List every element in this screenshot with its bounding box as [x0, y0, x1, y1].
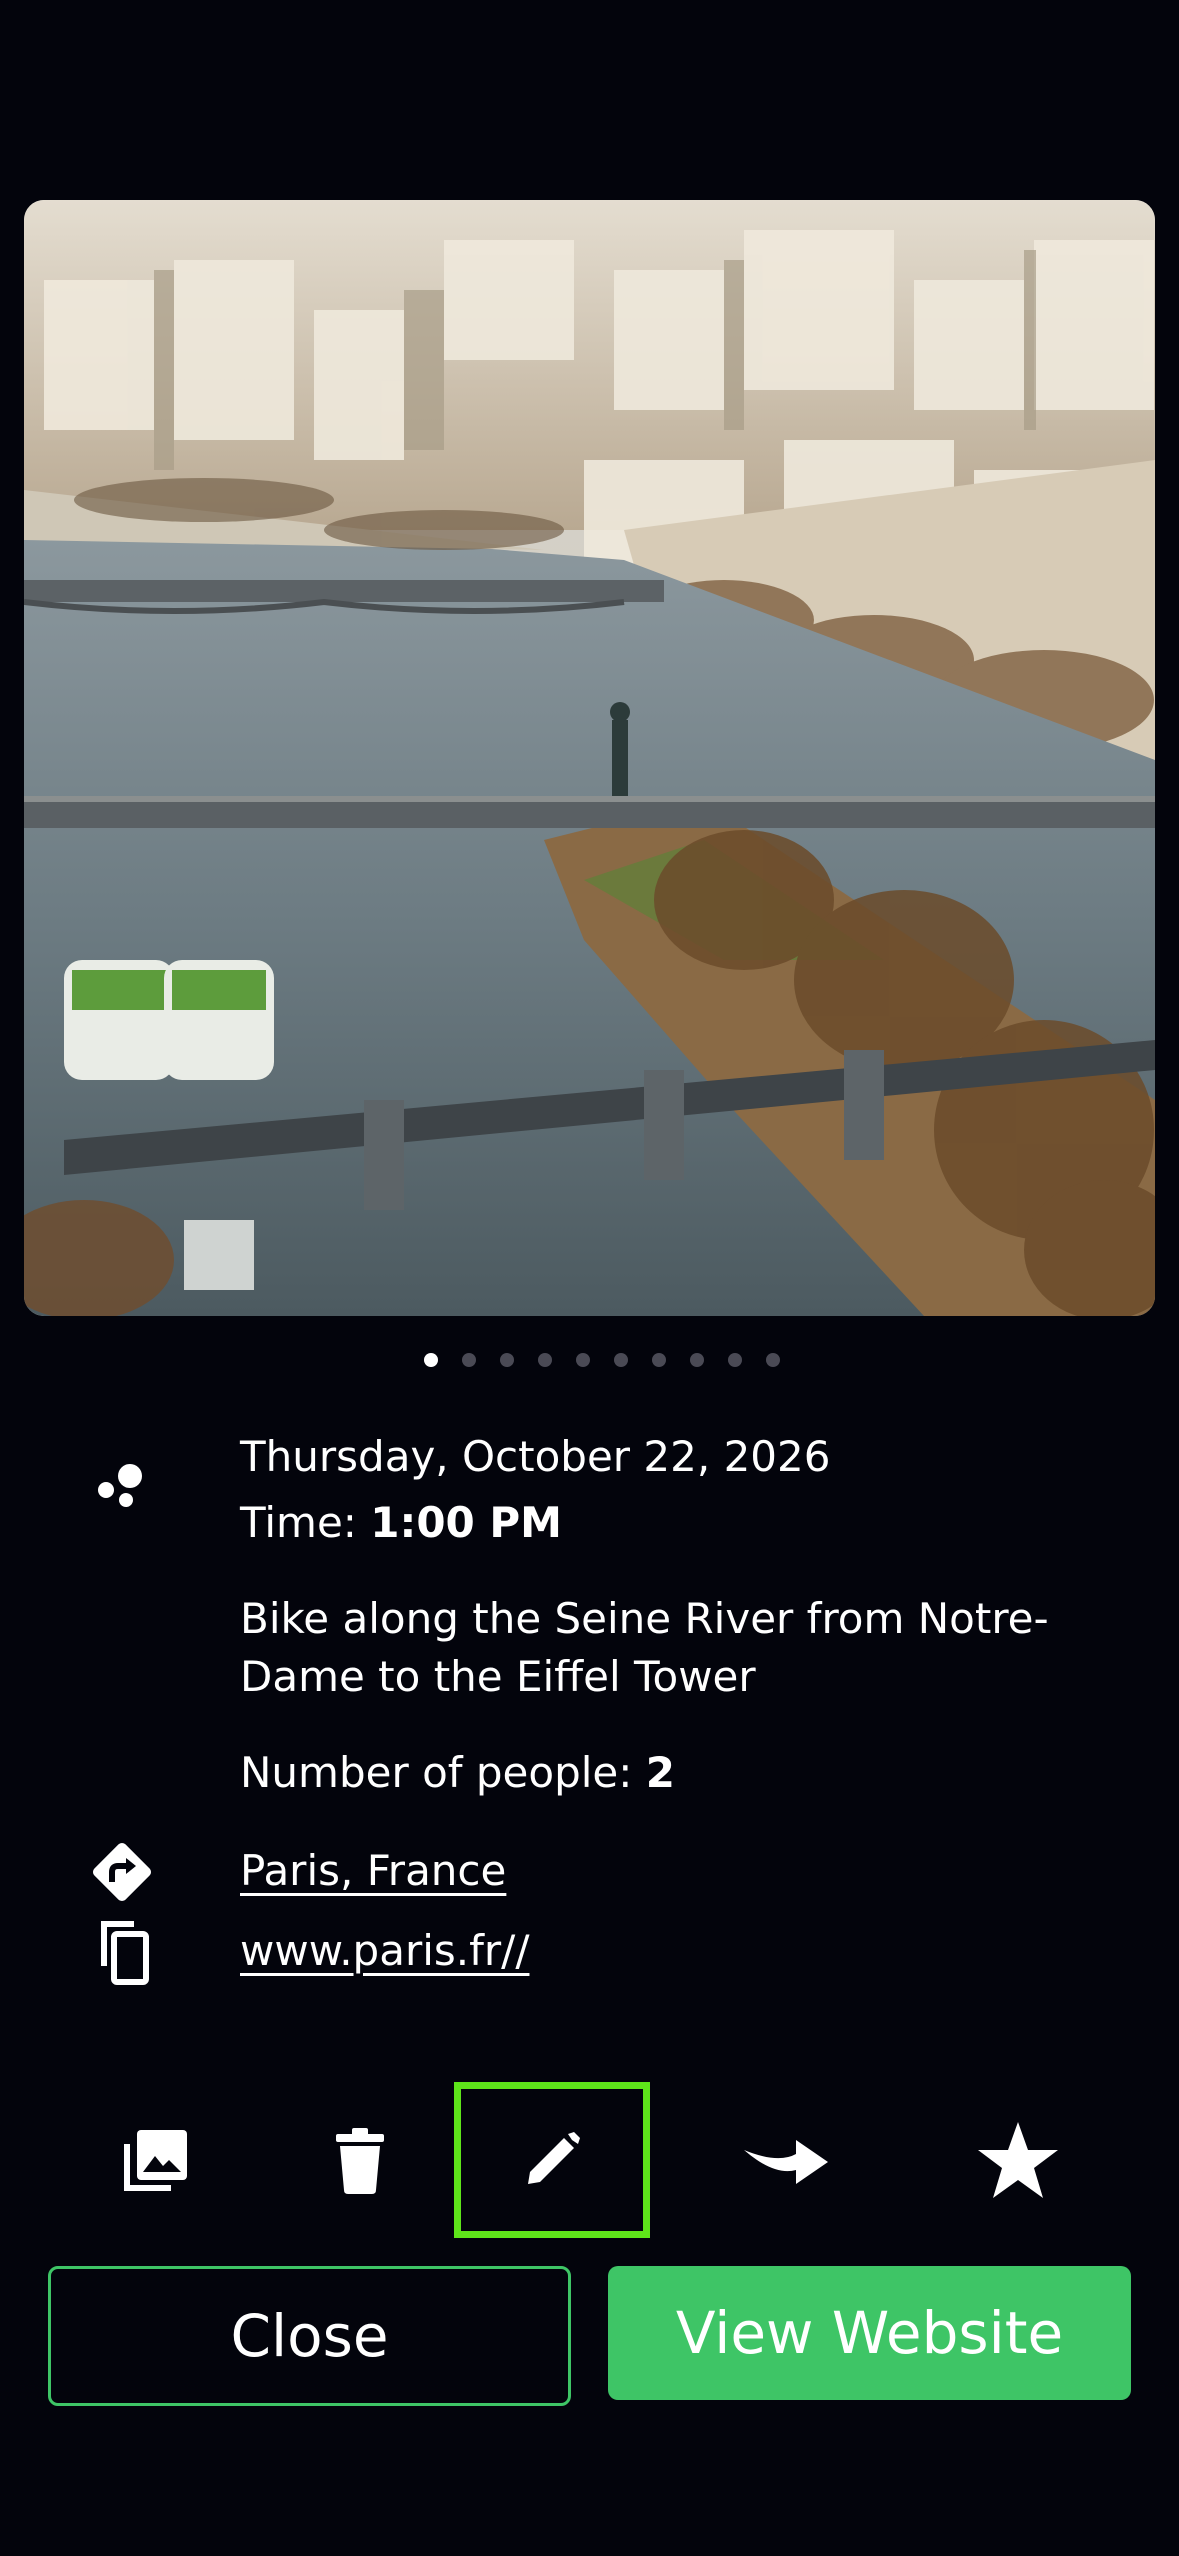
dots-icon — [98, 1464, 142, 1507]
favorite-button[interactable] — [940, 2082, 1096, 2238]
pencil-icon — [528, 2132, 580, 2184]
delete-button[interactable] — [282, 2082, 438, 2238]
time-label: Time: — [240, 1498, 371, 1547]
pager-dot[interactable] — [462, 1353, 476, 1367]
event-date: Thursday, October 22, 2026 — [240, 1432, 831, 1481]
share-button[interactable] — [708, 2082, 864, 2238]
trash-icon — [336, 2128, 384, 2194]
seine-river-photo — [24, 200, 1155, 1316]
view-website-button[interactable]: View Website — [608, 2266, 1131, 2400]
directions-icon-wrap[interactable] — [82, 1836, 162, 1908]
pager-dot[interactable] — [500, 1353, 514, 1367]
pager-dot[interactable] — [652, 1353, 666, 1367]
gallery-icon — [124, 2130, 187, 2191]
copy-icon — [101, 1921, 149, 1985]
pager-dot[interactable] — [538, 1353, 552, 1367]
time-value: 1:00 PM — [370, 1498, 562, 1547]
pager-dot[interactable] — [766, 1353, 780, 1367]
directions-icon — [92, 1842, 152, 1902]
edit-button[interactable] — [454, 2082, 650, 2238]
pager-dot[interactable] — [614, 1353, 628, 1367]
pager-dot[interactable] — [690, 1353, 704, 1367]
event-type-icon-wrap — [82, 1456, 162, 1516]
location-link[interactable]: Paris, France — [240, 1842, 506, 1900]
close-button[interactable]: Close — [48, 2266, 571, 2406]
event-people: Number of people: 2 — [240, 1744, 675, 1802]
website-link[interactable]: www.paris.fr// — [240, 1922, 529, 1980]
pager-dot[interactable] — [576, 1353, 590, 1367]
gallery-button[interactable] — [77, 2082, 233, 2238]
share-icon — [744, 2140, 828, 2184]
photo-pager[interactable] — [0, 1350, 1179, 1370]
action-toolbar — [0, 2082, 1179, 2238]
pager-dot[interactable] — [728, 1353, 742, 1367]
event-time: Time: 1:00 PM — [240, 1494, 562, 1552]
copy-icon-wrap[interactable] — [82, 1916, 162, 1988]
star-icon — [978, 2122, 1058, 2198]
people-label: Number of people: — [240, 1748, 646, 1797]
event-description: Bike along the Seine River from Notre-Da… — [240, 1594, 1049, 1701]
pager-dot[interactable] — [424, 1353, 438, 1367]
people-value: 2 — [645, 1748, 676, 1797]
event-photo[interactable] — [24, 200, 1155, 1316]
